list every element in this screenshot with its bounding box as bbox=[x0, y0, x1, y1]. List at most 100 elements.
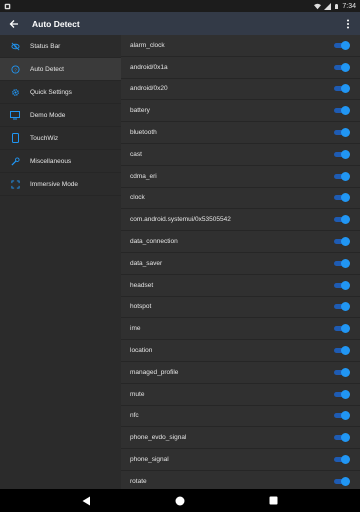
toggle-thumb bbox=[341, 62, 350, 72]
list-item[interactable]: managed_profile bbox=[121, 362, 360, 384]
toggle-thumb bbox=[341, 324, 350, 334]
list-item[interactable]: rotate bbox=[121, 471, 360, 489]
toggle-switch[interactable] bbox=[332, 302, 350, 312]
toggle-switch[interactable] bbox=[332, 411, 350, 421]
list-item-label: clock bbox=[130, 194, 145, 202]
sidebar-item-status-bar[interactable]: Status Bar bbox=[0, 35, 121, 58]
toggle-switch[interactable] bbox=[332, 433, 350, 443]
sidebar-item-label: Immersive Mode bbox=[30, 180, 79, 188]
recents-square-icon bbox=[269, 496, 278, 505]
toggle-switch[interactable] bbox=[332, 367, 350, 377]
toggle-switch[interactable] bbox=[332, 237, 350, 247]
list-item[interactable]: cast bbox=[121, 144, 360, 166]
list-item[interactable]: headset bbox=[121, 275, 360, 297]
list-item-label: headset bbox=[130, 281, 154, 289]
sidebar-item-touchwiz[interactable]: TouchWiz bbox=[0, 127, 121, 150]
list-item-label: android/0x20 bbox=[130, 85, 168, 93]
toggle-switch[interactable] bbox=[332, 476, 350, 486]
sidebar-item-label: Demo Mode bbox=[30, 111, 66, 119]
monitor-icon bbox=[0, 110, 30, 120]
toggle-switch[interactable] bbox=[332, 40, 350, 50]
list-item[interactable]: android/0x20 bbox=[121, 79, 360, 101]
list-item[interactable]: phone_signal bbox=[121, 449, 360, 471]
list-item-label: hotspot bbox=[130, 303, 152, 311]
toggle-switch[interactable] bbox=[332, 324, 350, 334]
eye-off-icon bbox=[0, 42, 30, 51]
nav-bar bbox=[0, 489, 360, 512]
list-item[interactable]: mute bbox=[121, 384, 360, 406]
list-item[interactable]: phone_evdo_signal bbox=[121, 427, 360, 450]
toggle-thumb bbox=[341, 389, 350, 399]
sidebar-item-immersive-mode[interactable]: Immersive Mode bbox=[0, 173, 121, 196]
app-bar: Auto Detect bbox=[0, 12, 360, 35]
sidebar-item-demo-mode[interactable]: Demo Mode bbox=[0, 104, 121, 127]
toggle-switch[interactable] bbox=[332, 128, 350, 138]
list-item[interactable]: ime bbox=[121, 318, 360, 341]
list-item[interactable]: com.android.systemui/0x53505542 bbox=[121, 209, 360, 232]
settings-list: alarm_clock android/0x1a android/0x20 batte… bbox=[121, 35, 360, 489]
toggle-thumb bbox=[341, 215, 350, 225]
toggle-switch[interactable] bbox=[332, 84, 350, 94]
nav-recents-button[interactable] bbox=[258, 489, 288, 512]
overflow-menu-button[interactable] bbox=[336, 12, 360, 35]
sidebar-item-label: Quick Settings bbox=[30, 88, 72, 96]
sidebar-item-label: Status Bar bbox=[30, 42, 61, 50]
svg-text:?: ? bbox=[14, 67, 17, 72]
toggle-switch[interactable] bbox=[332, 455, 350, 465]
nav-home-button[interactable] bbox=[165, 489, 195, 512]
toggle-thumb bbox=[341, 237, 350, 247]
status-time: 7:34 bbox=[342, 2, 356, 10]
toggle-switch[interactable] bbox=[332, 215, 350, 225]
list-item-label: nfc bbox=[130, 412, 139, 420]
nav-back-button[interactable] bbox=[72, 489, 102, 512]
signal-icon bbox=[324, 2, 332, 10]
list-item-label: alarm_clock bbox=[130, 41, 165, 49]
gear-icon bbox=[0, 88, 30, 97]
notification-icon bbox=[4, 3, 11, 9]
list-item[interactable]: battery bbox=[121, 100, 360, 123]
list-item[interactable]: nfc bbox=[121, 406, 360, 428]
toggle-switch[interactable] bbox=[332, 389, 350, 399]
toggle-thumb bbox=[341, 455, 350, 465]
list-item[interactable]: cdma_eri bbox=[121, 166, 360, 188]
phone-icon bbox=[0, 133, 30, 143]
list-item[interactable]: hotspot bbox=[121, 297, 360, 319]
back-triangle-icon bbox=[82, 496, 91, 505]
more-vert-icon bbox=[347, 19, 349, 28]
toggle-switch[interactable] bbox=[332, 106, 350, 116]
wrench-icon bbox=[0, 156, 30, 166]
list-item[interactable]: clock bbox=[121, 188, 360, 210]
toggle-thumb bbox=[341, 476, 350, 486]
toggle-switch[interactable] bbox=[332, 346, 350, 356]
home-circle-icon bbox=[175, 496, 185, 505]
toggle-thumb bbox=[341, 346, 350, 356]
toggle-thumb bbox=[341, 193, 350, 203]
wifi-icon bbox=[314, 3, 322, 9]
toggle-switch[interactable] bbox=[332, 171, 350, 181]
list-item[interactable]: android/0x1a bbox=[121, 57, 360, 79]
list-item-label: phone_signal bbox=[130, 456, 169, 464]
toggle-thumb bbox=[341, 433, 350, 443]
sidebar-item-label: Miscellaneous bbox=[30, 157, 72, 165]
list-item[interactable]: data_connection bbox=[121, 231, 360, 253]
back-button[interactable] bbox=[0, 12, 28, 35]
toggle-thumb bbox=[341, 280, 350, 290]
sidebar-item-miscellaneous[interactable]: Miscellaneous bbox=[0, 150, 121, 173]
list-item[interactable]: data_saver bbox=[121, 253, 360, 275]
toggle-switch[interactable] bbox=[332, 258, 350, 268]
toggle-thumb bbox=[341, 149, 350, 159]
sidebar-item-quick-settings[interactable]: Quick Settings bbox=[0, 81, 121, 104]
list-item-label: cdma_eri bbox=[130, 172, 157, 180]
list-item[interactable]: bluetooth bbox=[121, 122, 360, 144]
toggle-switch[interactable] bbox=[332, 280, 350, 290]
list-item[interactable]: location bbox=[121, 340, 360, 362]
sidebar-item-label: Auto Detect bbox=[30, 65, 64, 73]
toggle-switch[interactable] bbox=[332, 149, 350, 159]
sidebar-item-auto-detect[interactable]: ? Auto Detect bbox=[0, 58, 121, 81]
list-item[interactable]: alarm_clock bbox=[121, 35, 360, 57]
list-item-label: ime bbox=[130, 325, 141, 333]
list-item-label: managed_profile bbox=[130, 368, 179, 376]
toggle-switch[interactable] bbox=[332, 62, 350, 72]
battery-icon bbox=[335, 3, 339, 9]
toggle-switch[interactable] bbox=[332, 193, 350, 203]
